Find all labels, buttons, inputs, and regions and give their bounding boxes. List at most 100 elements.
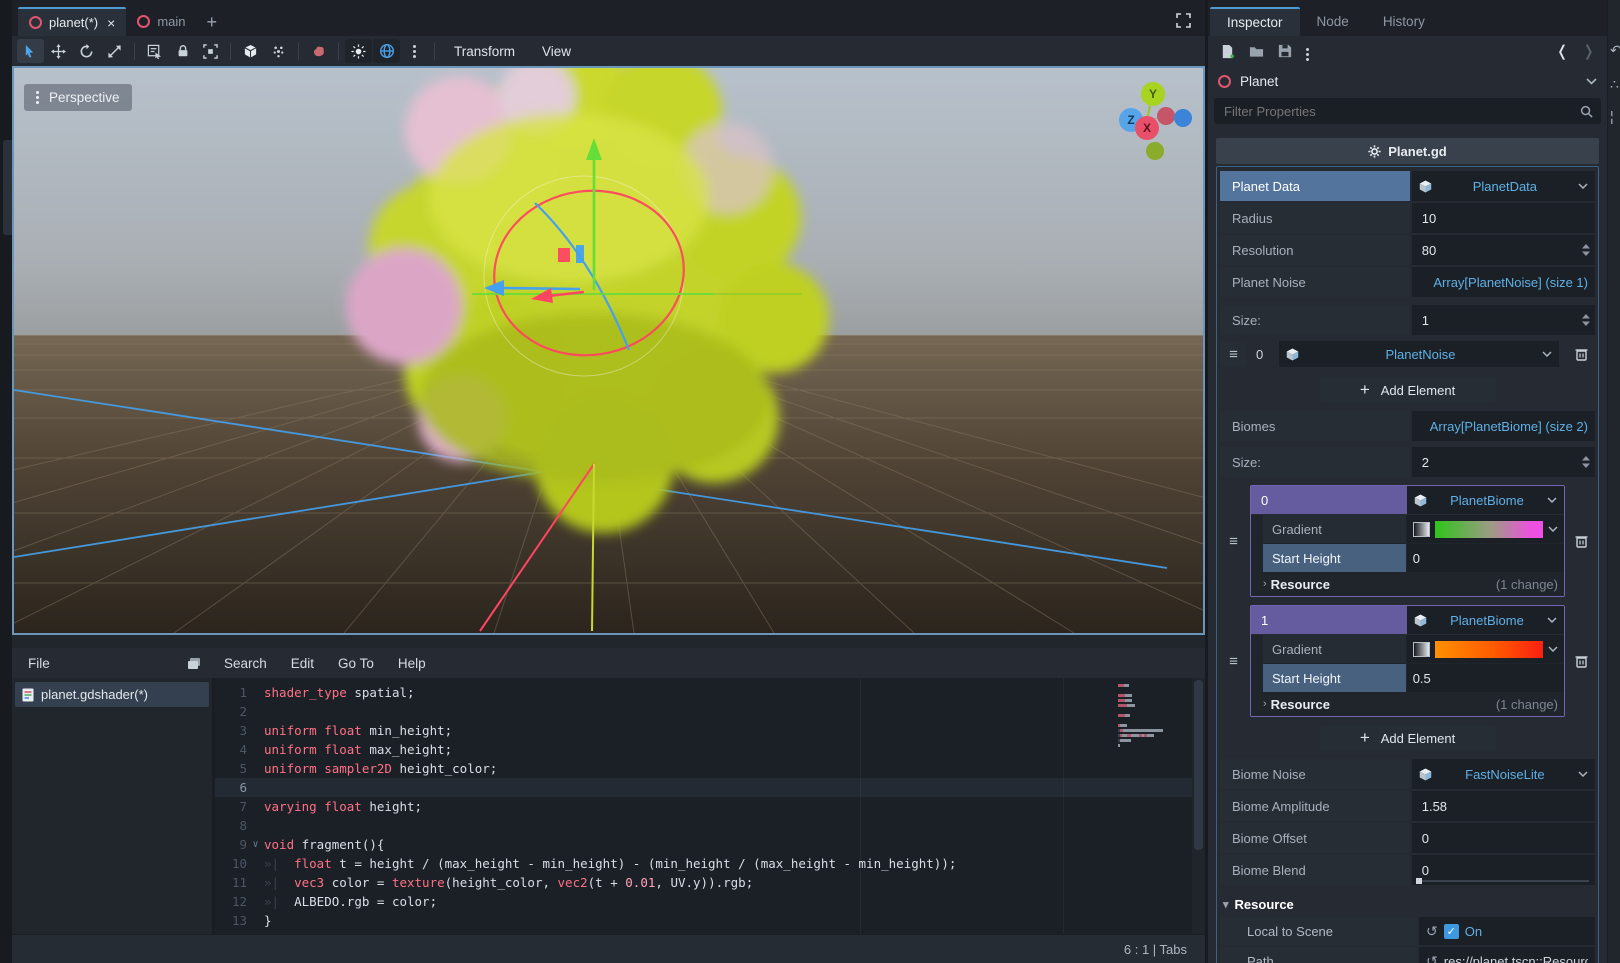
gradient-preview[interactable] — [1435, 521, 1543, 538]
code-line[interactable]: 3uniform float min_height; — [215, 721, 1205, 740]
load-resource-folder-icon[interactable] — [1249, 45, 1264, 58]
code-line[interactable]: 6 — [215, 778, 1205, 797]
extra-options-menu-icon[interactable] — [401, 39, 428, 63]
lock-selected-icon[interactable] — [169, 39, 196, 63]
size-label[interactable]: Size: — [1220, 305, 1410, 335]
code-line[interactable]: 8 — [215, 816, 1205, 835]
biome-offset-label[interactable]: Biome Offset — [1220, 823, 1410, 853]
axis-ball-neg-z[interactable] — [1174, 109, 1192, 127]
axis-ball-neg-y[interactable] — [1146, 142, 1164, 160]
drag-handle-icon[interactable]: ≡ — [1220, 485, 1247, 597]
skeleton-options-icon[interactable] — [265, 39, 292, 63]
chevron-down-icon[interactable] — [1578, 183, 1588, 189]
biome-offset-field[interactable]: 0 — [1412, 823, 1595, 853]
code-line[interactable]: 10»| float t = height / (max_height - mi… — [215, 854, 1205, 873]
tab-inspector[interactable]: Inspector — [1210, 7, 1300, 36]
transform-menu[interactable]: Transform — [441, 44, 528, 59]
edit-menu[interactable]: Edit — [279, 656, 326, 671]
code-editor[interactable]: 1shader_type spatial;23uniform float min… — [215, 678, 1205, 935]
filter-properties-input[interactable] — [1222, 103, 1580, 120]
gradient-label[interactable]: Gradient — [1263, 515, 1406, 543]
tab-history[interactable]: History — [1366, 7, 1442, 36]
biome-amplitude-field[interactable]: 1.58 — [1412, 791, 1595, 821]
chevron-down-icon[interactable] — [1586, 78, 1597, 85]
clipped-tool-icon[interactable]: ¦ — [1610, 108, 1614, 124]
biome-index[interactable]: 0 — [1251, 486, 1407, 514]
radius-field[interactable]: 10 — [1412, 203, 1595, 233]
slider-track[interactable] — [1418, 880, 1589, 882]
planet-noise-label[interactable]: Planet Noise — [1220, 267, 1410, 297]
chevron-down-icon[interactable] — [1547, 497, 1557, 503]
code-line[interactable]: 1shader_type spatial; — [215, 683, 1205, 702]
revert-icon[interactable]: ↺ — [1426, 923, 1438, 940]
history-forward-icon[interactable]: ❭ — [1582, 42, 1595, 60]
code-scrollbar[interactable] — [1192, 678, 1205, 935]
spinner-icon[interactable] — [1582, 244, 1590, 256]
group-selected-icon[interactable] — [197, 39, 224, 63]
trash-icon[interactable] — [1568, 341, 1595, 367]
chevron-down-icon[interactable] — [1548, 526, 1558, 532]
local-to-scene-label[interactable]: Local to Scene — [1220, 917, 1417, 945]
code-line[interactable]: 9∨void fragment(){ — [215, 835, 1205, 854]
perspective-menu-button[interactable]: Perspective — [24, 84, 132, 111]
mesh-options-icon[interactable] — [237, 39, 264, 63]
select-tool-button[interactable] — [17, 39, 44, 63]
gradient-preview[interactable] — [1435, 641, 1543, 658]
chevron-down-icon[interactable] — [1547, 617, 1557, 623]
path-label[interactable]: Path — [1220, 947, 1417, 963]
distraction-free-mode-icon[interactable] — [1176, 13, 1191, 28]
biome-blend-label[interactable]: Biome Blend — [1220, 855, 1410, 885]
biome-amplitude-label[interactable]: Biome Amplitude — [1220, 791, 1410, 821]
tab-node[interactable]: Node — [1300, 7, 1366, 36]
code-line[interactable]: 11»| vec3 color = texture(height_color, … — [215, 873, 1205, 892]
biome-noise-label[interactable]: Biome Noise — [1220, 759, 1410, 789]
resolution-label[interactable]: Resolution — [1220, 235, 1410, 265]
revert-icon[interactable]: ↺ — [1426, 953, 1438, 963]
script-section-header[interactable]: Planet.gd — [1216, 138, 1599, 164]
resource-extra-menu-icon[interactable] — [1306, 44, 1309, 59]
viewport-3d[interactable]: Y Z X Perspective — [12, 66, 1205, 635]
biomes-array-link[interactable]: Array[PlanetBiome] (size 2) — [1412, 411, 1595, 441]
file-menu[interactable]: File — [22, 656, 62, 671]
sun-toggle-button[interactable] — [345, 39, 372, 63]
spinner-icon[interactable] — [1582, 456, 1590, 468]
code-line[interactable]: 4uniform float max_height; — [215, 740, 1205, 759]
biome-resource[interactable]: PlanetBiome — [1407, 606, 1564, 634]
history-back-icon[interactable]: ❬ — [1556, 42, 1569, 60]
planet-noise-resource[interactable]: PlanetNoise — [1279, 341, 1559, 367]
biome-blend-slider[interactable]: 0 — [1412, 855, 1595, 885]
left-dock-collapsed-tab[interactable] — [3, 140, 12, 235]
add-element-button[interactable]: + Add Element — [1320, 377, 1496, 403]
move-tool-button[interactable] — [45, 39, 72, 63]
checkbox-checked-icon[interactable]: ✓ — [1444, 924, 1459, 939]
code-line[interactable]: 5uniform sampler2D height_color; — [215, 759, 1205, 778]
trash-icon[interactable] — [1568, 485, 1595, 597]
trash-icon[interactable] — [1568, 605, 1595, 717]
help-menu[interactable]: Help — [386, 656, 438, 671]
resource-subsection[interactable]: › Resource (1 change) — [1263, 692, 1564, 716]
biome-resource[interactable]: PlanetBiome — [1407, 486, 1564, 514]
spinner-icon[interactable] — [1582, 314, 1590, 326]
clipped-dock-icon[interactable]: ∴ — [1610, 76, 1619, 93]
gradient-label[interactable]: Gradient — [1263, 635, 1406, 663]
biomes-label[interactable]: Biomes — [1220, 411, 1410, 441]
start-height-field[interactable]: 0.5 — [1407, 664, 1564, 692]
view-menu[interactable]: View — [529, 44, 584, 59]
scene-tab-main[interactable]: main — [126, 7, 196, 36]
close-icon[interactable]: × — [107, 15, 115, 31]
drag-handle-icon[interactable]: ≡ — [1220, 605, 1247, 717]
save-resource-icon[interactable] — [1278, 44, 1292, 58]
start-height-field[interactable]: 0 — [1407, 544, 1564, 572]
planet-data-label[interactable]: Planet Data — [1220, 171, 1410, 201]
slider-grabber[interactable] — [1416, 878, 1422, 884]
code-minimap[interactable] — [1118, 684, 1188, 749]
start-height-label[interactable]: Start Height — [1263, 544, 1406, 572]
new-resource-icon[interactable] — [1220, 44, 1235, 59]
path-value[interactable]: ↺ res://planet.tscn::Resource — [1419, 947, 1595, 963]
chevron-down-icon[interactable] — [1548, 646, 1558, 652]
list-select-tool-button[interactable] — [141, 39, 168, 63]
environment-toggle-button[interactable] — [373, 39, 400, 63]
paint-vertex-icon[interactable] — [305, 39, 332, 63]
axis-ball-neg-x[interactable] — [1157, 107, 1175, 125]
chevron-down-icon[interactable] — [1578, 771, 1588, 777]
